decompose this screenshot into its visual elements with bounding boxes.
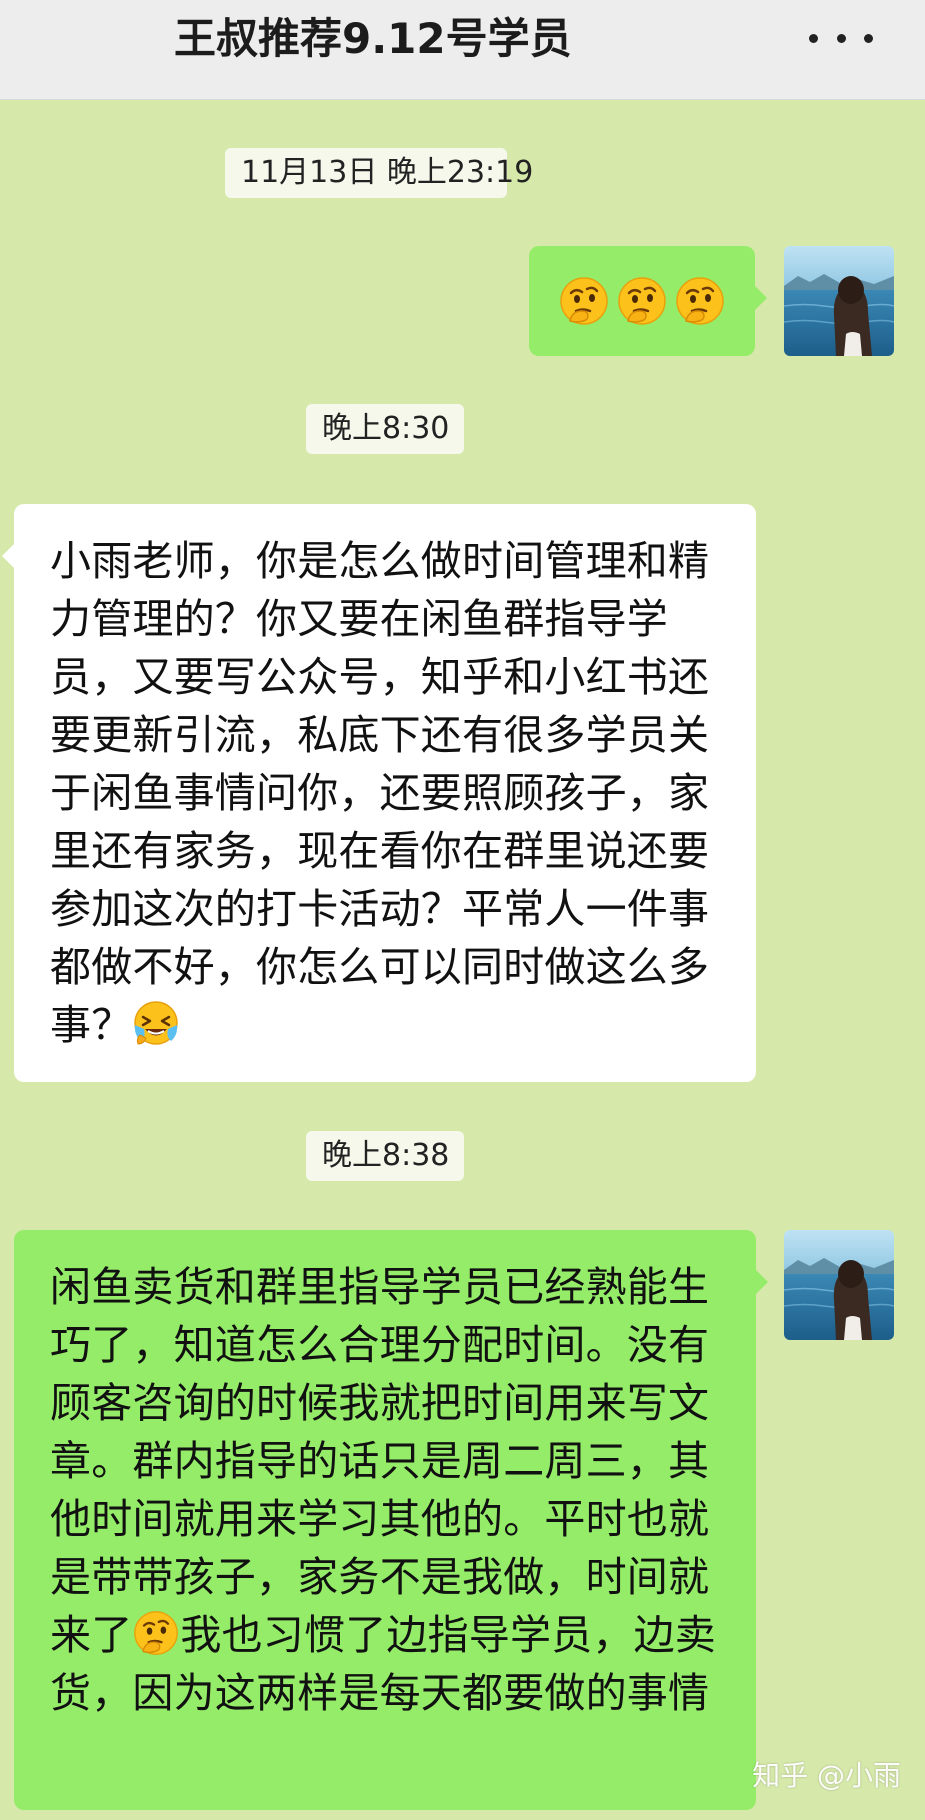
zhihu-watermark: 知乎 @小雨 (752, 1759, 901, 1792)
message-text-content: 小雨老师，你是怎么做时间管理和精力管理的？你又要在闲鱼群指导学员，又要写公众号，… (50, 537, 710, 1049)
message-text: 闲鱼卖货和群里指导学员已经熟能生巧了，知道怎么合理分配时间。没有顾客咨询的时候我… (50, 1258, 724, 1722)
message-text-content: 闲鱼卖货和群里指导学员已经熟能生巧了，知道怎么合理分配时间。没有顾客咨询的时候我… (50, 1263, 710, 1659)
more-options-button[interactable] (809, 20, 873, 56)
message-timestamp: 11月13日 晚上23:19 (225, 148, 533, 198)
user-avatar[interactable] (784, 1230, 894, 1340)
message-text: 小雨老师，你是怎么做时间管理和精力管理的？你又要在闲鱼群指导学员，又要写公众号，… (50, 532, 724, 1054)
chat-title: 王叔推荐9.12号学员 (174, 14, 572, 63)
outgoing-message-bubble[interactable] (529, 246, 767, 356)
user-avatar[interactable] (784, 246, 894, 356)
message-timestamp: 晚上8:38 (306, 1131, 464, 1181)
more-dots-icon (809, 33, 818, 43)
more-dot (864, 33, 873, 43)
outgoing-message-bubble[interactable]: 闲鱼卖货和群里指导学员已经熟能生巧了，知道怎么合理分配时间。没有顾客咨询的时候我… (14, 1230, 768, 1810)
thinking-face-emoji-icon (616, 275, 668, 327)
incoming-message-bubble[interactable]: 小雨老师，你是怎么做时间管理和精力管理的？你又要在闲鱼群指导学员，又要写公众号，… (2, 504, 756, 1082)
thinking-face-emoji-icon (132, 1609, 180, 1657)
thinking-face-emoji-icon (558, 275, 610, 327)
crying-laughing-emoji-icon (132, 999, 180, 1047)
thinking-face-emoji-icon (674, 275, 726, 327)
more-dot (836, 33, 846, 43)
message-timestamp: 晚上8:30 (306, 404, 464, 454)
chat-header: 王叔推荐9.12号学员 (0, 0, 925, 100)
